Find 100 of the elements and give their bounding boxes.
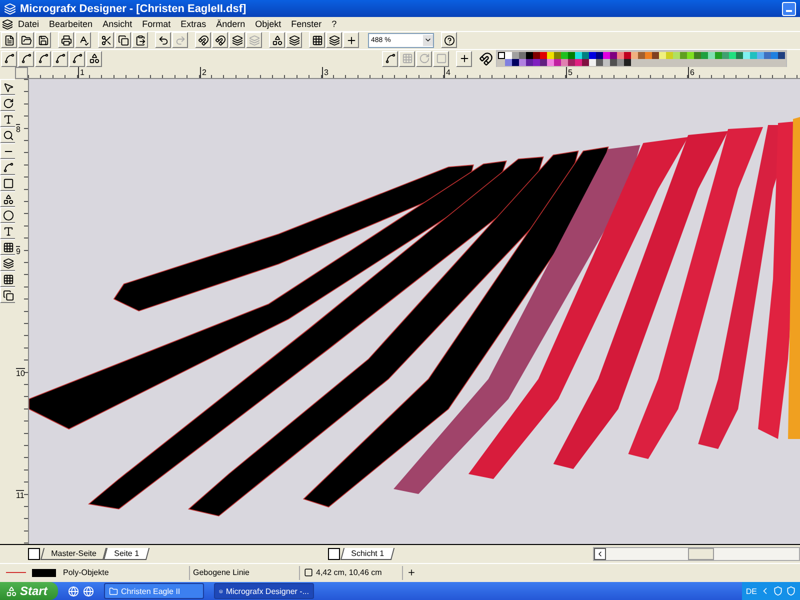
color-swatch[interactable]	[736, 52, 743, 58]
color-swatch[interactable]	[554, 52, 561, 58]
text-size-tool-button[interactable]	[0, 111, 16, 128]
save-button[interactable]	[35, 32, 51, 48]
curve-tool-button[interactable]	[1, 50, 17, 66]
curve-tool-button[interactable]	[18, 50, 34, 66]
color-swatch[interactable]	[603, 52, 610, 58]
line-tool-button[interactable]	[0, 143, 16, 160]
menu-item[interactable]: Format	[137, 19, 176, 29]
color-swatch[interactable]	[687, 52, 694, 58]
color-swatch[interactable]	[771, 52, 778, 58]
color-swatch[interactable]	[680, 52, 687, 58]
globe-icon[interactable]	[83, 586, 94, 596]
magnet-button[interactable]	[195, 32, 211, 48]
curve-tool-button[interactable]	[0, 159, 16, 176]
layers-button[interactable]	[286, 32, 302, 48]
shapes-button[interactable]	[269, 32, 285, 48]
menu-item[interactable]: Datei	[13, 19, 44, 29]
color-swatch[interactable]	[764, 52, 771, 58]
color-swatch[interactable]	[624, 52, 631, 58]
ellipse-tool-button[interactable]	[0, 207, 16, 224]
color-swatch[interactable]	[757, 52, 764, 58]
color-swatch[interactable]	[659, 52, 666, 58]
copy-tool-button[interactable]	[0, 287, 16, 304]
rotate-button[interactable]	[416, 50, 432, 66]
color-swatch[interactable]	[715, 52, 722, 58]
curve-tool-button[interactable]	[52, 50, 68, 66]
menu-item[interactable]: Bearbeiten	[44, 19, 98, 29]
menu-item[interactable]: Fenster	[286, 19, 327, 29]
shapes-tool-button[interactable]	[0, 191, 16, 208]
menu-item[interactable]: ?	[326, 19, 342, 29]
color-swatch[interactable]	[722, 52, 729, 58]
no-color-swatch[interactable]	[498, 52, 505, 58]
color-swatch[interactable]	[645, 52, 652, 58]
layers-button[interactable]	[229, 32, 245, 48]
shield-icon[interactable]	[786, 586, 796, 596]
open-button[interactable]	[18, 32, 34, 48]
color-swatch[interactable]	[533, 52, 540, 58]
pointer-tool-button[interactable]	[0, 79, 16, 96]
scroll-left-button[interactable]	[594, 548, 606, 560]
print-button[interactable]	[58, 32, 74, 48]
color-swatch[interactable]	[638, 52, 645, 58]
copy-button[interactable]	[115, 32, 131, 48]
color-swatch[interactable]	[743, 52, 750, 58]
zoom-tool-button[interactable]	[0, 127, 16, 144]
menu-item[interactable]: Objekt	[250, 19, 286, 29]
curve-tool-button[interactable]	[382, 50, 398, 66]
globe-icon[interactable]	[68, 586, 79, 596]
color-swatch[interactable]	[519, 52, 526, 58]
square-button[interactable]	[433, 50, 449, 66]
color-swatch[interactable]	[547, 52, 554, 58]
color-swatch[interactable]	[512, 52, 519, 58]
plus-button[interactable]	[343, 32, 359, 48]
shapes-button[interactable]	[86, 50, 102, 66]
curve-tool-button[interactable]	[35, 50, 51, 66]
color-swatch[interactable]	[540, 52, 547, 58]
layers-tool-button[interactable]	[0, 255, 16, 272]
color-swatch[interactable]	[701, 52, 708, 58]
color-swatch[interactable]	[589, 52, 596, 58]
magnet-button[interactable]	[212, 32, 228, 48]
color-swatch[interactable]	[617, 52, 624, 58]
color-swatch[interactable]	[505, 52, 512, 58]
taskbar-button[interactable]: Micrografx Designer -...	[214, 583, 314, 599]
text-tool-button[interactable]	[0, 223, 16, 240]
color-swatch[interactable]	[750, 52, 757, 58]
color-swatch[interactable]	[526, 52, 533, 58]
page-tab[interactable]: Master-Seite	[40, 548, 107, 560]
color-swatch[interactable]	[596, 52, 603, 58]
layers-button[interactable]	[326, 32, 342, 48]
color-swatch[interactable]	[631, 52, 638, 58]
menu-item[interactable]: Ändern	[211, 19, 250, 29]
menu-item[interactable]: Extras	[176, 19, 212, 29]
grid-tool-button[interactable]	[0, 239, 16, 256]
grid-tool-button[interactable]	[0, 271, 16, 288]
shield-icon[interactable]	[773, 586, 783, 596]
color-swatch[interactable]	[708, 52, 715, 58]
taskbar-button[interactable]: Christen Eagle II	[104, 583, 204, 599]
minimize-button[interactable]	[782, 2, 796, 16]
color-swatch[interactable]	[610, 52, 617, 58]
scrollbar-thumb[interactable]	[688, 548, 714, 560]
page-tab[interactable]: Seite 1	[104, 548, 150, 560]
rectangle-tool-button[interactable]	[0, 175, 16, 192]
cut-button[interactable]	[98, 32, 114, 48]
horizontal-scrollbar[interactable]	[593, 547, 800, 562]
menu-item[interactable]: Ansicht	[98, 19, 138, 29]
redo-button[interactable]	[172, 32, 188, 48]
color-swatch[interactable]	[582, 52, 589, 58]
color-swatch[interactable]	[652, 52, 659, 58]
curve-tool-button[interactable]	[69, 50, 85, 66]
color-swatch[interactable]	[666, 52, 673, 58]
color-swatch[interactable]	[575, 52, 582, 58]
layer-tab[interactable]: Schicht 1	[340, 548, 395, 560]
color-swatch[interactable]	[568, 52, 575, 58]
color-swatch[interactable]	[673, 52, 680, 58]
grid-button[interactable]	[309, 32, 325, 48]
paste-button[interactable]	[132, 32, 148, 48]
spell-check-button[interactable]	[75, 32, 91, 48]
xy-button[interactable]	[456, 50, 472, 66]
help-button[interactable]	[441, 32, 457, 48]
new-document-button[interactable]	[1, 32, 17, 48]
